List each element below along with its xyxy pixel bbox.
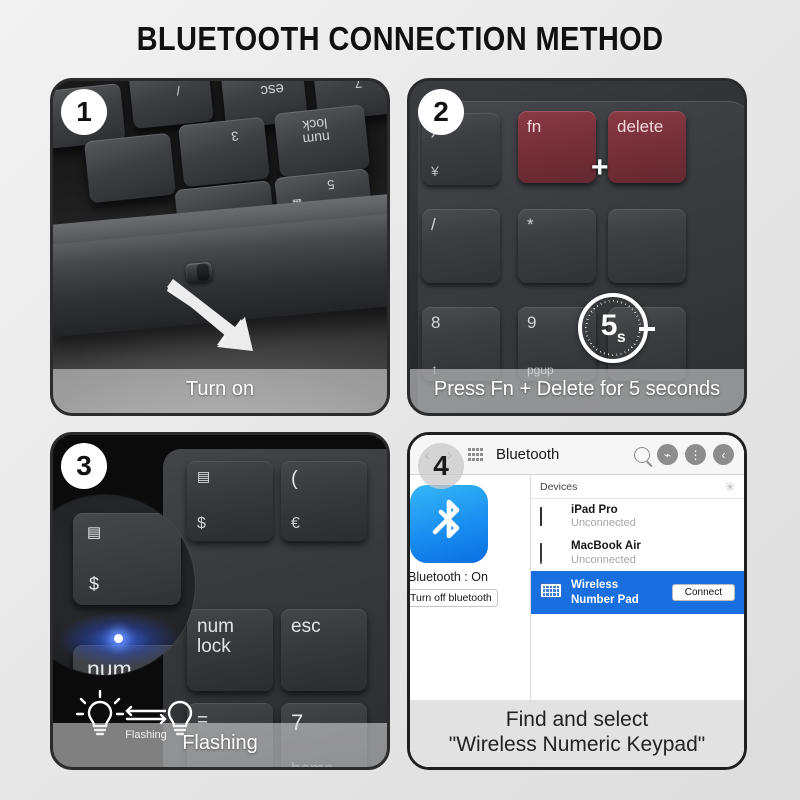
step-badge-1: 1: [61, 89, 107, 135]
bluetooth-icon: [410, 485, 488, 563]
keycap-slash-top: /: [128, 81, 214, 130]
step-caption-4: Find and select "Wireless Numeric Keypad…: [410, 699, 744, 767]
key-blank-2[interactable]: [608, 209, 686, 283]
led-dot: [114, 634, 123, 643]
grid-icon[interactable]: [468, 448, 483, 461]
key-delete[interactable]: delete: [608, 111, 686, 183]
step-caption-1: Turn on: [53, 369, 387, 413]
plus-symbol: +: [591, 151, 609, 184]
step-badge-3: 3: [61, 443, 107, 489]
loading-spinner-icon: ✳: [724, 480, 735, 494]
key-numlock[interactable]: num lock: [187, 609, 273, 691]
step-caption-3: Flashing: [53, 723, 387, 767]
step-panel-4: ‹ › Bluetooth ⌁ ⋮ ‹ Bluet: [407, 432, 747, 770]
timer-ticks: [585, 300, 641, 356]
arrow-icon: [167, 279, 253, 351]
step-panel-2: ) ¥ fn delete + / * 8 ↑ 9 pgu: [407, 78, 747, 416]
device-name: Wireless Number Pad: [571, 579, 639, 606]
step-badge-4: 4: [418, 443, 464, 489]
step-panel-3: ▤ $ ( € num lock esc = 7 home: [50, 432, 390, 770]
calculator-icon: ▤: [197, 468, 211, 484]
step-caption-2: Press Fn + Delete for 5 seconds: [410, 369, 744, 413]
ipad-icon: [540, 506, 562, 527]
steps-grid: * / esc 7 3 num lock 5 ▦: [50, 78, 750, 778]
bluetooth-glyph: [432, 499, 460, 539]
step-badge-2: 2: [418, 89, 464, 135]
step-panel-1: * / esc 7 3 num lock 5 ▦: [50, 78, 390, 416]
keypad-photo-1: * / esc 7 3 num lock 5 ▦: [53, 81, 387, 413]
key-esc[interactable]: esc: [281, 609, 367, 691]
key-calculator-dollar[interactable]: ▤ $: [187, 461, 273, 541]
search-icon[interactable]: [634, 446, 650, 463]
table-row[interactable]: iPad Pro Unconnected: [531, 499, 744, 535]
devices-label: Devices: [540, 481, 578, 493]
timer-5s-icon: 5s: [578, 293, 655, 363]
devices-header: Devices ✳: [531, 475, 744, 499]
zoom-key-dollar: ▤ $: [73, 513, 181, 605]
device-name: MacBook Air: [571, 540, 641, 553]
page-title: BLUETOOTH CONNECTION METHOD: [136, 20, 664, 57]
table-row[interactable]: Wireless Number Pad Connect: [531, 571, 744, 614]
macbook-icon: [540, 542, 562, 564]
device-status: Unconnected: [571, 517, 636, 530]
more-icon[interactable]: ⋮: [685, 444, 706, 465]
device-status: Unconnected: [571, 553, 636, 566]
keyboard-icon: [540, 583, 562, 602]
magnifier-inset: ▤ $ num lock: [53, 495, 195, 675]
share-icon[interactable]: ⌁: [657, 444, 678, 465]
keycap-three: 3: [177, 116, 271, 188]
collapse-icon[interactable]: ‹: [713, 444, 734, 465]
window-title: Bluetooth: [496, 446, 560, 463]
timer-stem: [639, 327, 655, 331]
key-fn[interactable]: fn: [518, 111, 596, 183]
connect-button[interactable]: Connect: [671, 584, 735, 602]
key-paren-euro[interactable]: ( €: [281, 461, 367, 541]
bluetooth-state: Bluetooth : On: [408, 570, 488, 584]
keycap-blank-1: [83, 132, 177, 204]
key-asterisk[interactable]: *: [518, 209, 596, 283]
device-name: iPad Pro: [571, 504, 618, 516]
calculator-icon: ▤: [87, 524, 102, 541]
turn-off-bluetooth-button[interactable]: Turn off bluetooth: [410, 589, 498, 607]
key-slash[interactable]: /: [422, 209, 500, 283]
keypad-photo-2: ) ¥ fn delete + / * 8 ↑ 9 pgu: [410, 81, 744, 413]
keycap-numlock: num lock: [273, 104, 371, 178]
keypad-photo-3: ▤ $ ( € num lock esc = 7 home: [53, 435, 387, 767]
table-row[interactable]: MacBook Air Unconnected: [531, 535, 744, 571]
